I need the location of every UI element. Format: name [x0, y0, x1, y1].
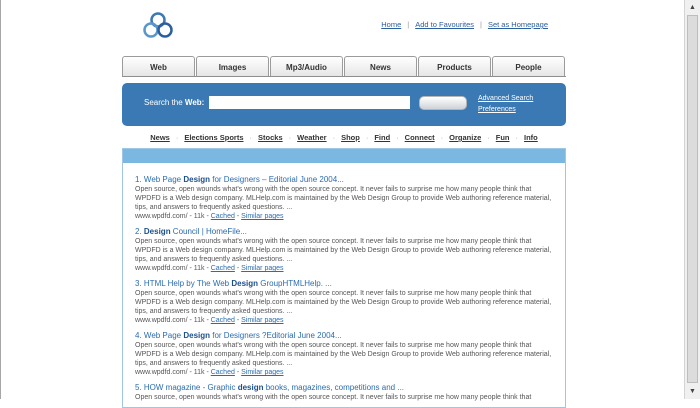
separator: · — [365, 133, 369, 142]
separator: · — [440, 133, 444, 142]
result-snippet: Open source, open wounds what's wrong wi… — [135, 342, 552, 367]
search-button[interactable] — [419, 96, 467, 110]
similar-pages-link[interactable]: Similar pages — [241, 369, 283, 376]
separator: · — [288, 133, 292, 142]
search-label: Search the Web: — [144, 98, 204, 107]
result-meta: www.wpdfd.com/ - 11k - Cached - Similar … — [135, 265, 284, 272]
scroll-down-icon[interactable]: ▼ — [687, 386, 698, 397]
separator: · — [515, 133, 519, 142]
result-title-text: GroupHTMLHelp. ... — [258, 279, 332, 288]
cached-link[interactable]: Cached — [211, 317, 235, 324]
result-title-keyword: Design — [231, 279, 259, 288]
separator: | — [480, 20, 482, 29]
result-title[interactable]: 5. HOW magazine - Graphic design books, … — [135, 383, 555, 392]
tab-mp3-audio[interactable]: Mp3/Audio — [270, 56, 343, 76]
nav-stocks[interactable]: Stocks — [258, 133, 283, 142]
scrollbar-thumb[interactable] — [687, 15, 698, 383]
tab-people[interactable]: People — [492, 56, 565, 76]
header-links: Home | Add to Favourites | Set as Homepage — [381, 20, 548, 29]
tab-products[interactable]: Products — [418, 56, 491, 76]
home-link[interactable]: Home — [381, 20, 401, 29]
result-title-keyword: Design — [143, 227, 171, 236]
result-number: 1. — [135, 175, 142, 184]
cached-link[interactable]: Cached — [211, 265, 235, 272]
result-title-text: Web Page — [143, 175, 184, 184]
result-title[interactable]: 4. Web Page Design for Designers ?Editor… — [135, 331, 555, 340]
search-result: 5. HOW magazine - Graphic design books, … — [135, 383, 555, 402]
separator: · — [175, 133, 179, 142]
result-title-text: Council | HomeFile... — [170, 227, 247, 236]
tab-news[interactable]: News — [344, 56, 417, 76]
result-url: www.wpdfd.com/ - 11k - — [135, 369, 211, 376]
result-title-keyword: Design — [183, 331, 211, 340]
vertical-scrollbar[interactable]: ▲ ▼ — [684, 0, 700, 399]
nav-info[interactable]: Info — [524, 133, 538, 142]
category-nav: News · Elections Sports · Stocks · Weather · Sho… — [122, 133, 566, 142]
search-input[interactable] — [209, 96, 410, 109]
add-to-favourites-link[interactable]: Add to Favourites — [415, 20, 474, 29]
nav-shop[interactable]: Shop — [341, 133, 360, 142]
result-title-keyword: Design — [183, 175, 211, 184]
search-label-text: Search the — [144, 98, 185, 107]
result-number: 5. — [135, 383, 142, 392]
result-title[interactable]: 2. Design Council | HomeFile... — [135, 227, 555, 236]
tab-images[interactable]: Images — [196, 56, 269, 76]
search-result: 4. Web Page Design for Designers ?Editor… — [135, 331, 555, 377]
tab-web[interactable]: Web — [122, 56, 195, 76]
result-url: www.wpdfd.com/ - 11k - — [135, 265, 211, 272]
search-result: 2. Design Council | HomeFile... Open sou… — [135, 227, 555, 273]
result-title-keyword: design — [237, 383, 264, 392]
cached-link[interactable]: Cached — [211, 213, 235, 220]
nav-elections-sports[interactable]: Elections Sports — [184, 133, 243, 142]
similar-pages-link[interactable]: Similar pages — [241, 317, 283, 324]
result-title[interactable]: 1. Web Page Design for Designers – Edito… — [135, 175, 555, 184]
search-result: 1. Web Page Design for Designers – Edito… — [135, 175, 555, 221]
nav-organize[interactable]: Organize — [449, 133, 481, 142]
search-options: Advanced Search Preferences — [478, 93, 533, 115]
result-number: 4. — [135, 331, 142, 340]
result-title-text: for Designers – Editorial June 2004... — [210, 175, 344, 184]
result-title-text: books, magazines, competitions and ... — [263, 383, 405, 392]
result-snippet: Open source, open wounds what's wrong wi… — [135, 238, 552, 263]
separator: · — [396, 133, 399, 142]
result-title[interactable]: 3. HTML Help by The Web Design GroupHTML… — [135, 279, 555, 288]
result-meta: www.wpdfd.com/ - 11k - Cached - Similar … — [135, 369, 284, 376]
search-label-bold: Web: — [184, 98, 205, 107]
separator: · — [332, 133, 336, 142]
search-tabs: Web Images Mp3/Audio News Products Peopl… — [122, 54, 566, 77]
separator: · — [487, 133, 490, 142]
result-meta: www.wpdfd.com/ - 11k - Cached - Similar … — [135, 213, 284, 220]
search-result: 3. HTML Help by The Web Design GroupHTML… — [135, 279, 555, 325]
result-url: www.wpdfd.com/ - 11k - — [135, 317, 211, 324]
separator: · — [249, 133, 253, 142]
result-meta: www.wpdfd.com/ - 11k - Cached - Similar … — [135, 317, 284, 324]
results-header-bar — [123, 149, 565, 163]
similar-pages-link[interactable]: Similar pages — [241, 265, 283, 272]
result-title-text: HTML Help by The Web — [143, 279, 232, 288]
similar-pages-link[interactable]: Similar pages — [241, 213, 283, 220]
result-snippet: Open source, open wounds what's wrong wi… — [135, 394, 532, 401]
result-title-text: HOW magazine - Graphic — [143, 383, 238, 392]
window-border — [0, 0, 1, 399]
cached-link[interactable]: Cached — [211, 369, 235, 376]
site-logo-icon[interactable] — [142, 12, 174, 40]
nav-fun[interactable]: Fun — [496, 133, 510, 142]
separator: | — [407, 20, 410, 29]
nav-news[interactable]: News — [150, 133, 170, 142]
result-number: 3. — [135, 279, 142, 288]
search-panel: Search the Web: Advanced Search Preferen… — [122, 83, 566, 126]
nav-find[interactable]: Find — [374, 133, 390, 142]
result-title-text: for Designers ?Editorial June 2004... — [210, 331, 342, 340]
result-url: www.wpdfd.com/ - 11k - — [135, 213, 211, 220]
result-title-text: Web Page — [143, 331, 184, 340]
scroll-up-icon[interactable]: ▲ — [687, 2, 698, 13]
nav-connect[interactable]: Connect — [405, 133, 435, 142]
result-number: 2. — [135, 227, 142, 236]
result-snippet: Open source, open wounds what's wrong wi… — [135, 186, 552, 211]
result-snippet: Open source, open wounds what's wrong wi… — [135, 290, 552, 315]
advanced-search-link[interactable]: Advanced Search — [478, 93, 533, 104]
preferences-link[interactable]: Preferences — [478, 104, 533, 115]
nav-weather[interactable]: Weather — [297, 133, 326, 142]
set-as-homepage-link[interactable]: Set as Homepage — [488, 20, 548, 29]
